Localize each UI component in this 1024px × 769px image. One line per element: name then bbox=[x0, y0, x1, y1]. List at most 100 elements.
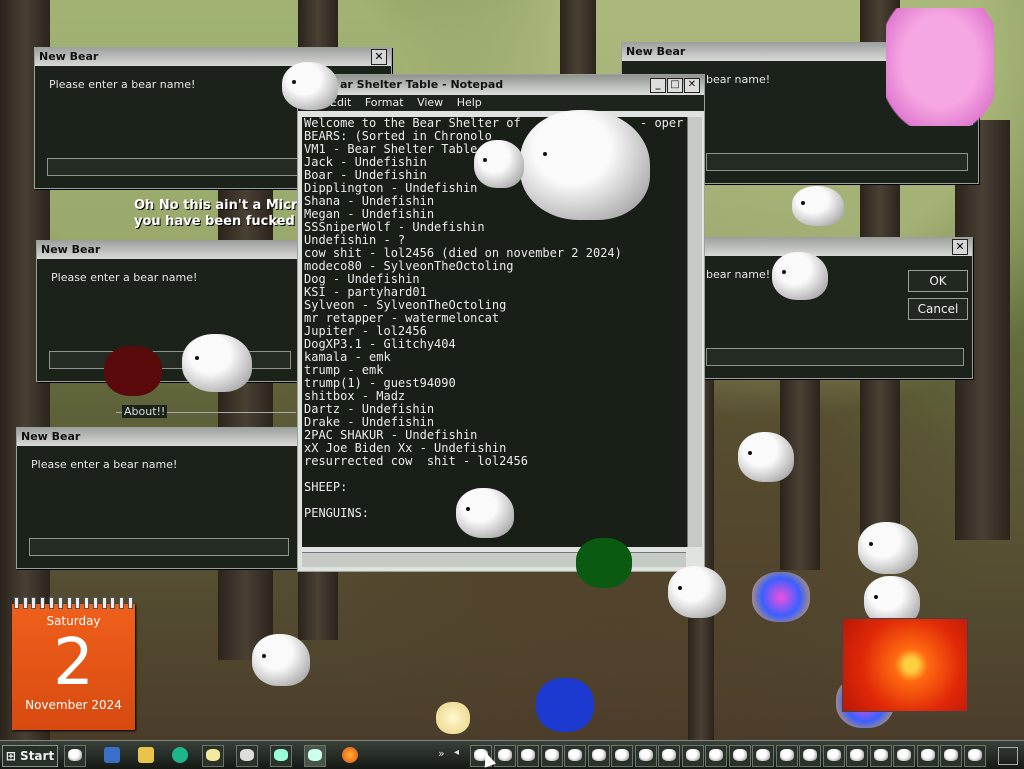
polar-bear-sprite[interactable] bbox=[668, 566, 726, 618]
polar-bear-sprite[interactable] bbox=[282, 62, 338, 110]
notepad-title: ar Shelter Table - Notepad bbox=[340, 78, 504, 91]
bear-icon bbox=[779, 749, 794, 761]
dialog-prompt: Please enter a bear name! bbox=[31, 458, 178, 471]
bear-task-button[interactable] bbox=[493, 745, 516, 767]
quicklaunch-bear-icon[interactable] bbox=[64, 745, 86, 767]
bear-name-input[interactable] bbox=[29, 538, 289, 556]
bear-icon bbox=[521, 749, 535, 761]
polar-bear-sprite[interactable] bbox=[772, 252, 828, 300]
notepad-line: resurrected cow shit - lol2456 bbox=[304, 454, 528, 468]
dialog-prompt: Please enter a bear name! bbox=[51, 271, 198, 284]
bear-task-button[interactable] bbox=[846, 745, 868, 767]
bear-name-input[interactable] bbox=[49, 351, 291, 369]
notepad-titlebar: ar Shelter Table - Notepad _ □ ✕ bbox=[298, 75, 704, 95]
tray-icon[interactable] bbox=[998, 747, 1018, 765]
taskbar-overflow-icon[interactable]: » bbox=[438, 747, 445, 760]
minimize-icon[interactable]: _ bbox=[650, 78, 666, 93]
bear-task-button[interactable] bbox=[822, 745, 845, 767]
close-icon[interactable]: ✕ bbox=[684, 78, 700, 93]
polar-bear-sprite[interactable] bbox=[474, 140, 524, 188]
calculator-task-icon[interactable] bbox=[236, 745, 258, 767]
notepad-task-icon[interactable] bbox=[202, 745, 224, 767]
bear-icon bbox=[568, 749, 582, 761]
bear-task-button[interactable] bbox=[634, 745, 657, 767]
dark-red-bear-sprite[interactable] bbox=[104, 346, 162, 396]
paint-task-icon[interactable] bbox=[270, 745, 292, 767]
warning-line-2: you have been fucked !! bbox=[134, 214, 312, 229]
menu-format[interactable]: Format bbox=[365, 96, 404, 109]
bear-task-button[interactable] bbox=[728, 745, 751, 767]
polar-bear-sprite[interactable] bbox=[252, 634, 310, 686]
bear-task-button[interactable] bbox=[658, 745, 680, 767]
green-bear-sprite[interactable] bbox=[576, 538, 632, 588]
start-button[interactable]: ⊞ Start bbox=[2, 745, 58, 767]
cancel-button[interactable]: Cancel bbox=[908, 298, 968, 320]
folder-icon[interactable] bbox=[138, 747, 154, 763]
vertical-scrollbar[interactable] bbox=[687, 117, 702, 547]
sheep-sprite[interactable] bbox=[436, 702, 470, 734]
polar-bear-sprite[interactable] bbox=[792, 186, 844, 226]
bear-icon bbox=[803, 749, 817, 761]
dialog-prompt: bear name! bbox=[706, 73, 771, 86]
calendar-month-year: November 2024 bbox=[25, 698, 122, 712]
rainbow-bear-sprite[interactable] bbox=[752, 572, 810, 622]
dialog-titlebar: New Bear bbox=[37, 241, 303, 259]
bear-task-button[interactable] bbox=[540, 745, 563, 767]
bear-icon bbox=[544, 749, 559, 761]
polar-bear-sprite[interactable] bbox=[520, 110, 650, 220]
bear-task-button[interactable] bbox=[799, 745, 821, 767]
menu-help[interactable]: Help bbox=[457, 96, 482, 109]
taskbar-scroll-left-icon[interactable]: ◂ bbox=[454, 747, 459, 758]
calendar-rings bbox=[12, 597, 135, 609]
bear-task-button[interactable] bbox=[611, 745, 633, 767]
desktop-icon[interactable] bbox=[104, 747, 120, 763]
bear-task-button[interactable] bbox=[869, 745, 892, 767]
close-icon[interactable]: ✕ bbox=[952, 239, 968, 255]
new-bear-dialog: ✕ bear name! OK Cancel bbox=[703, 237, 973, 379]
bear-task-button[interactable] bbox=[963, 745, 986, 767]
new-bear-dialog: New Bear Please enter a bear name! bbox=[36, 240, 304, 382]
blue-bear-sprite[interactable] bbox=[536, 678, 594, 732]
notepad-menubar: Edit Format View Help bbox=[298, 95, 704, 111]
bear-task-button[interactable] bbox=[705, 745, 727, 767]
about-label: About!! bbox=[122, 405, 168, 418]
dialog-titlebar: New Bear✕ bbox=[35, 48, 391, 66]
bear-task-button[interactable] bbox=[564, 745, 586, 767]
dialog-titlebar: New Bear bbox=[17, 428, 299, 446]
bear-task-button[interactable] bbox=[940, 745, 962, 767]
calendar-widget: Saturday 2 November 2024 bbox=[12, 597, 135, 730]
bear-task-button[interactable] bbox=[681, 745, 704, 767]
edge-browser-icon[interactable] bbox=[172, 747, 188, 763]
dialog-prompt: bear name! bbox=[706, 268, 771, 281]
firefox-icon[interactable] bbox=[342, 747, 358, 763]
dialog-prompt: Please enter a bear name! bbox=[49, 78, 196, 91]
polar-bear-sprite[interactable] bbox=[858, 522, 918, 574]
bear-task-button[interactable] bbox=[775, 745, 798, 767]
ok-button[interactable]: OK bbox=[908, 270, 968, 292]
maximize-icon[interactable]: □ bbox=[667, 78, 683, 93]
bear-icon bbox=[732, 749, 747, 761]
bear-name-input[interactable] bbox=[706, 348, 964, 366]
bear-task-button[interactable] bbox=[752, 745, 774, 767]
menu-view[interactable]: View bbox=[417, 96, 443, 109]
notepad-line bbox=[304, 468, 688, 481]
bear-icon bbox=[497, 749, 512, 761]
flower-image bbox=[842, 618, 968, 712]
bear-task-button[interactable] bbox=[517, 745, 539, 767]
polar-bear-sprite[interactable] bbox=[182, 334, 252, 392]
bear-name-input[interactable] bbox=[47, 158, 299, 176]
pink-cat-sprite[interactable] bbox=[886, 8, 994, 126]
notepad-active-task-icon[interactable] bbox=[304, 745, 326, 767]
windows-logo-icon: ⊞ bbox=[5, 749, 21, 763]
warning-line-1: Oh No this ain't a Micro bbox=[134, 198, 307, 213]
bear-task-button[interactable] bbox=[916, 745, 939, 767]
bear-icon bbox=[873, 749, 888, 761]
bear-icon bbox=[920, 749, 935, 761]
close-icon[interactable]: ✕ bbox=[371, 49, 387, 65]
bear-task-button[interactable] bbox=[587, 745, 610, 767]
bear-task-button[interactable] bbox=[893, 745, 915, 767]
bear-icon bbox=[638, 749, 653, 761]
polar-bear-sprite[interactable] bbox=[738, 432, 794, 482]
polar-bear-sprite[interactable] bbox=[456, 488, 514, 538]
bear-name-input[interactable] bbox=[706, 153, 968, 171]
